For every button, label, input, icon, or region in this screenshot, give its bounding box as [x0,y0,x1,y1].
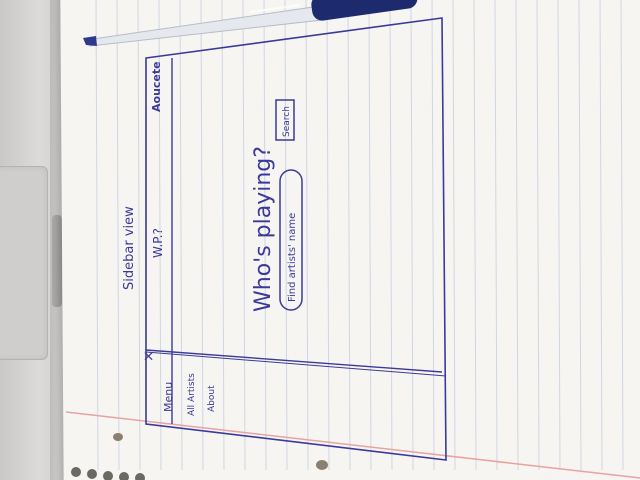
sketch-overlay: Sidebar view Aoucete W.P.? Who's playing… [65,0,640,480]
photo-scene: Sidebar view Aoucete W.P.? Who's playing… [0,0,640,480]
sidebar-item-all-artists[interactable]: All Artists [187,373,197,416]
tab-label[interactable]: W.P.? [151,228,165,258]
ruled-line [557,0,561,471]
ruled-line [494,0,498,471]
brand-label[interactable]: Aoucete [150,61,163,112]
ruled-line [536,0,540,471]
sidebar-item-about[interactable]: About [207,385,217,412]
sidebar-divider-bottom [145,351,447,377]
ruled-line [95,0,99,471]
close-icon[interactable]: × [141,350,157,362]
search-input[interactable]: Find artists' name [279,169,303,311]
ruled-line [305,0,309,471]
ruled-lines [95,0,624,471]
ruled-line [347,0,351,471]
search-button-label: Search [282,106,292,137]
ruled-line [515,0,519,471]
ruled-line [326,0,330,471]
sidebar-divider-top [145,349,443,373]
ruled-line [431,0,435,471]
sidebar-menu-label: Menu [162,382,175,412]
ruled-line [221,0,225,471]
ruled-line [620,0,624,471]
search-placeholder: Find artists' name [287,213,298,302]
ruled-line [179,0,183,471]
ruled-line [389,0,393,471]
pen [83,0,418,47]
ruled-line [116,0,120,471]
ruled-line [473,0,477,471]
ruled-line [137,0,141,471]
margin-line [65,411,640,479]
ruled-line [242,0,246,471]
main-heading: Who's playing? [251,146,276,312]
ruled-line [200,0,204,471]
spiral-binding [71,467,145,480]
page-title: Sidebar view [122,206,137,290]
ruled-line [599,0,603,471]
ruled-line [410,0,414,471]
ruled-line [452,0,456,471]
ruled-line [578,0,582,471]
ruled-line [368,0,372,471]
